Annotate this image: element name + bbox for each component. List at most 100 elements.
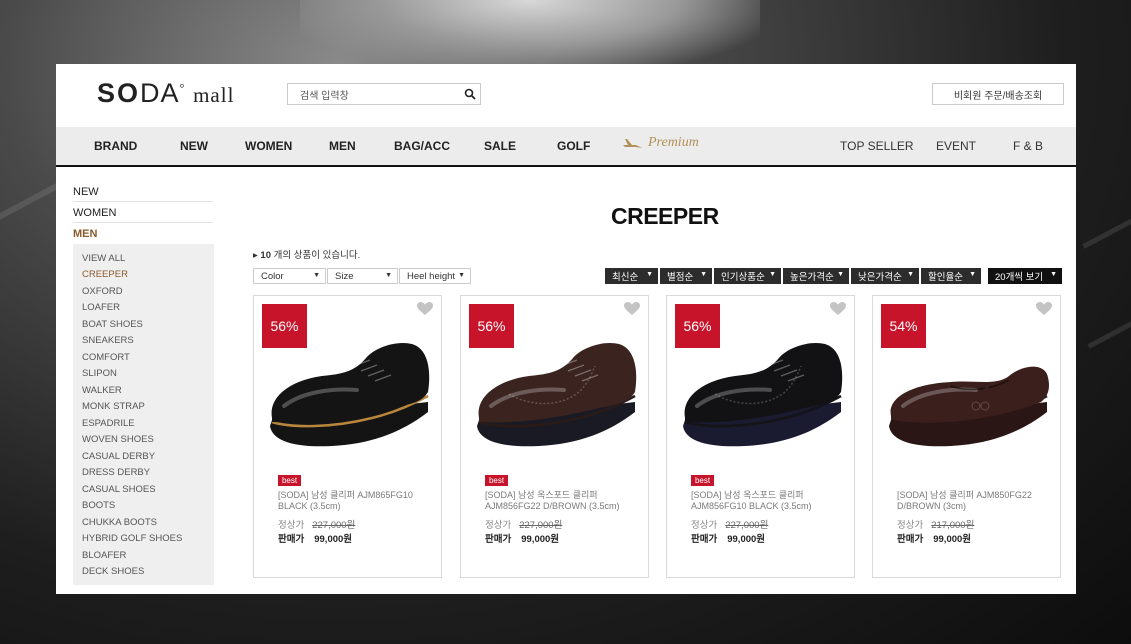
sidebar-sub-boat-shoes[interactable]: BOAT SHOES: [82, 319, 143, 330]
heart-icon[interactable]: [416, 301, 434, 316]
product-image[interactable]: [469, 336, 642, 456]
filter-color-dropdown[interactable]: Color ▼: [253, 268, 326, 284]
sale-price-label: 판매가: [485, 534, 512, 545]
nav-sale[interactable]: SALE: [484, 139, 516, 153]
filter-size-dropdown[interactable]: Size ▼: [327, 268, 398, 284]
per-page-select[interactable]: 20개씩 보기 ▼: [988, 268, 1062, 284]
list-price: 정상가 227,000원: [278, 517, 355, 531]
sidebar-sub-creeper[interactable]: CREEPER: [82, 269, 128, 280]
caret-down-icon: ▼: [700, 271, 707, 278]
site-logo[interactable]: SODA° mall: [97, 78, 234, 109]
search-box[interactable]: 검색 입력창: [287, 83, 481, 105]
list-price-label: 정상가: [897, 520, 924, 531]
list-price: 정상가 217,000원: [897, 517, 974, 531]
sort-label: 할인율순: [928, 272, 963, 283]
web-page: SODA° mall 검색 입력창 비회원 주문/배송조회 BRAND NEW …: [56, 64, 1076, 594]
sale-price-label: 판매가: [691, 534, 718, 545]
sidebar-sub-hybrid-golf-shoes[interactable]: HYBRID GOLF SHOES: [82, 533, 182, 544]
list-price-value: 227,000원: [519, 520, 563, 531]
filter-label: Size: [335, 270, 354, 282]
heart-icon[interactable]: [1035, 301, 1053, 316]
sale-price-value: 99,000원: [521, 534, 560, 545]
sidebar-sub-bloafer[interactable]: BLOAFER: [82, 550, 126, 561]
guest-order-lookup-button[interactable]: 비회원 주문/배송조회: [932, 83, 1064, 105]
sidebar-sub-boots[interactable]: BOOTS: [82, 500, 115, 511]
background-stripe: [1082, 216, 1131, 249]
logo-bold: SO: [97, 78, 141, 108]
sale-price: 판매가 99,000원: [691, 531, 765, 545]
sidebar-sub-deck-shoes[interactable]: DECK SHOES: [82, 566, 144, 577]
list-price-label: 정상가: [278, 520, 305, 531]
sort-price-low[interactable]: 낮은가격순 ▼: [851, 268, 919, 284]
sort-price-high[interactable]: 높은가격순 ▼: [783, 268, 849, 284]
nav-women[interactable]: WOMEN: [245, 139, 292, 153]
sale-price-label: 판매가: [278, 534, 305, 545]
nav-brand[interactable]: BRAND: [94, 139, 137, 153]
sale-price: 판매가 99,000원: [897, 531, 971, 545]
sidebar-item-new[interactable]: NEW: [73, 186, 213, 202]
sidebar-sub-comfort[interactable]: COMFORT: [82, 352, 130, 363]
product-name[interactable]: [SODA] 남성 옥스포드 클리퍼 AJM856FG22 D/BROWN (3…: [485, 490, 645, 512]
search-input[interactable]: 검색 입력창: [288, 87, 460, 102]
sidebar-sub-casual-derby[interactable]: CASUAL DERBY: [82, 451, 155, 462]
nav-event[interactable]: EVENT: [936, 139, 976, 153]
product-name[interactable]: [SODA] 남성 클리퍼 AJM850FG22 D/BROWN (3cm): [897, 490, 1057, 512]
logo-mark: °: [179, 81, 186, 95]
product-card[interactable]: 56% best [SODA] 남성 옥스포드 클리퍼 AJM856FG10 B…: [666, 295, 855, 578]
sidebar-sub-walker[interactable]: WALKER: [82, 385, 122, 396]
airplane-icon: [623, 139, 642, 148]
nav-new[interactable]: NEW: [180, 139, 208, 153]
sidebar-sub-slipon[interactable]: SLIPON: [82, 368, 117, 379]
nav-bag-acc[interactable]: BAG/ACC: [394, 139, 450, 153]
site-header: SODA° mall 검색 입력창 비회원 주문/배송조회: [56, 64, 1076, 127]
sidebar-item-men[interactable]: MEN: [73, 228, 97, 240]
product-name[interactable]: [SODA] 남성 옥스포드 클리퍼 AJM856FG10 BLACK (3.5…: [691, 490, 851, 512]
sidebar-sub-casual-shoes[interactable]: CASUAL SHOES: [82, 484, 156, 495]
shoe-tassel: [980, 401, 990, 411]
best-badge: best: [485, 475, 508, 486]
sidebar-sub-monk-strap[interactable]: MONK STRAP: [82, 401, 145, 412]
product-name[interactable]: [SODA] 남성 클리퍼 AJM865FG10 BLACK (3.5cm): [278, 490, 438, 512]
count-bullet: ▸: [253, 250, 258, 261]
sale-price-label: 판매가: [897, 534, 924, 545]
page-title: CREEPER: [611, 203, 719, 229]
product-image[interactable]: [262, 336, 435, 456]
logo-mall: mall: [193, 83, 235, 107]
sidebar-sub-dress-derby[interactable]: DRESS DERBY: [82, 467, 150, 478]
sort-rating[interactable]: 별점순 ▼: [660, 268, 712, 284]
nav-golf[interactable]: GOLF: [557, 139, 590, 153]
sale-price: 판매가 99,000원: [278, 531, 352, 545]
sidebar-sub-woven-shoes[interactable]: WOVEN SHOES: [82, 434, 154, 445]
sidebar-sub-view-all[interactable]: VIEW ALL: [82, 253, 125, 264]
sort-popular[interactable]: 인기상품순 ▼: [714, 268, 781, 284]
sidebar-sub-loafer[interactable]: LOAFER: [82, 302, 120, 313]
sidebar-sub-espadrile[interactable]: ESPADRILE: [82, 418, 135, 429]
nav-top-seller[interactable]: TOP SELLER: [840, 139, 914, 153]
best-badge: best: [691, 475, 714, 486]
main-nav: BRAND NEW WOMEN MEN BAG/ACC SALE GOLF Pr…: [56, 127, 1076, 167]
heart-icon[interactable]: [829, 301, 847, 316]
product-card[interactable]: 56% best [SODA] 남성 옥스포드 클리퍼 AJM856FG22 D…: [460, 295, 649, 578]
filter-heel-height-dropdown[interactable]: Heel height ▼: [399, 268, 471, 284]
sale-price-value: 99,000원: [727, 534, 766, 545]
sidebar-sub-chukka-boots[interactable]: CHUKKA BOOTS: [82, 517, 157, 528]
product-card[interactable]: 56% best [SODA] 남성 클리퍼 AJM865FG10 BLACK …: [253, 295, 442, 578]
count-text: 개의 상품이 있습니다.: [271, 250, 361, 261]
nav-fb[interactable]: F & B: [1013, 139, 1043, 153]
list-price-value: 227,000원: [725, 520, 769, 531]
sort-discount[interactable]: 할인율순 ▼: [921, 268, 981, 284]
nav-men[interactable]: MEN: [329, 139, 356, 153]
sidebar-sub-sneakers[interactable]: SNEAKERS: [82, 335, 134, 346]
sidebar-item-women[interactable]: WOMEN: [73, 207, 213, 223]
sort-label: 별점순: [667, 272, 694, 283]
heart-icon[interactable]: [623, 301, 641, 316]
caret-down-icon: ▼: [907, 271, 914, 278]
product-image[interactable]: [881, 336, 1054, 456]
sort-newest[interactable]: 최신순 ▼: [605, 268, 658, 284]
product-card[interactable]: 54% [SODA] 남성 클리퍼 AJM850FG22 D/BROWN (3c…: [872, 295, 1061, 578]
search-icon[interactable]: [460, 84, 480, 104]
sidebar-sub-oxford[interactable]: OXFORD: [82, 286, 123, 297]
nav-premium[interactable]: Premium: [622, 135, 699, 151]
caret-down-icon: ▼: [646, 271, 653, 278]
product-image[interactable]: [675, 336, 848, 456]
